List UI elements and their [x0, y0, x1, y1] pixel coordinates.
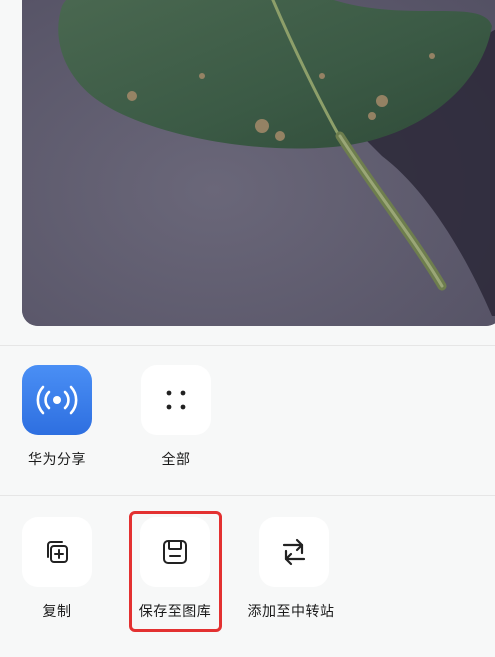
divider [0, 495, 495, 496]
share-sheet: 华为分享 全部 复制 保存至图库 添加至中转站 [0, 0, 495, 657]
save-icon [163, 540, 187, 564]
all-label: 全部 [161, 452, 191, 468]
huawei-share-tile[interactable] [22, 365, 92, 435]
save-to-gallery-button[interactable]: 保存至图库 [125, 517, 225, 621]
four-dots-icon [166, 390, 186, 410]
relay-station-icon [282, 538, 306, 566]
copy-icon [47, 541, 68, 563]
copy-button[interactable]: 复制 [7, 517, 107, 621]
image-preview[interactable] [22, 0, 495, 326]
copy-tile[interactable] [22, 517, 92, 587]
leaf-photo [22, 0, 495, 326]
copy-label: 复制 [42, 604, 72, 620]
huawei-share-icon [36, 385, 78, 415]
add-to-relay-button[interactable]: 添加至中转站 [244, 517, 344, 621]
save-to-gallery-label: 保存至图库 [138, 604, 212, 620]
save-to-gallery-tile[interactable] [140, 517, 210, 587]
huawei-share-button[interactable]: 华为分享 [7, 365, 107, 469]
add-to-relay-tile[interactable] [259, 517, 329, 587]
add-to-relay-label: 添加至中转站 [247, 604, 335, 620]
huawei-share-label: 华为分享 [28, 452, 86, 468]
divider [0, 345, 495, 346]
all-tile[interactable] [141, 365, 211, 435]
all-button[interactable]: 全部 [126, 365, 226, 469]
